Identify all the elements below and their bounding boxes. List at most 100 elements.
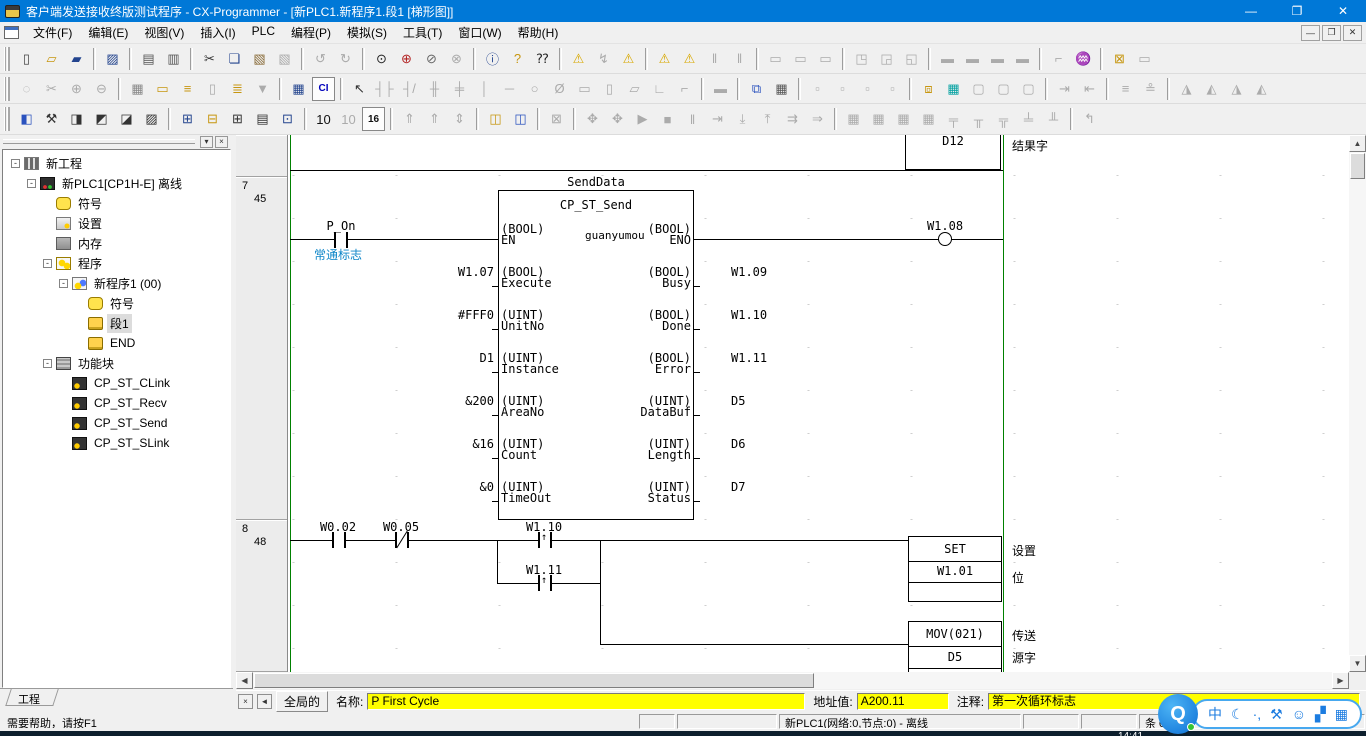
find-back-icon[interactable]: ⊗ (445, 47, 468, 71)
instruction-box3-icon[interactable]: ▱ (623, 77, 646, 101)
rung-comment-icon[interactable]: ▭ (151, 77, 174, 101)
memory-view2-icon[interactable]: ▦ (867, 107, 890, 131)
contact-no-icon[interactable]: ┤├ (373, 77, 396, 101)
vertical-line-icon[interactable]: │ (473, 77, 496, 101)
grid-toggle-icon[interactable]: ▦ (126, 77, 149, 101)
fb-param-row[interactable]: &16 (UINT) Count (UINT) Length D6 (288, 437, 1003, 480)
properties-icon[interactable]: ▨ (140, 107, 163, 131)
contact-nc-icon[interactable]: ┤/ (398, 77, 421, 101)
save-icon[interactable]: ▰ (65, 47, 88, 71)
menu-window[interactable]: 窗口(W) (450, 22, 509, 43)
line-delete-icon[interactable]: ∟ (648, 77, 671, 101)
monitor-box-icon[interactable]: ▯ (201, 77, 224, 101)
print-icon[interactable]: ▤ (137, 47, 160, 71)
pause2-icon[interactable]: ‖ (728, 47, 751, 71)
fb-input-operand[interactable]: &0 (408, 480, 494, 494)
step-in-icon[interactable]: ⤓ (731, 107, 754, 131)
paste-icon[interactable]: ▧ (248, 47, 271, 71)
chart2-icon[interactable]: ╥ (967, 107, 990, 131)
info-icon[interactable]: ⓘ (481, 47, 504, 71)
rung-list-icon[interactable]: ≡ (1114, 77, 1137, 101)
tree-item-cp-st-recv[interactable]: CP_ST_Recv (3, 393, 230, 413)
force-status-icon[interactable]: ↯ (592, 47, 615, 71)
warning-list-icon[interactable]: ⚠ (567, 47, 590, 71)
context-help-icon[interactable]: ⁇ (531, 47, 554, 71)
rung-summary-icon[interactable]: ≗ (1139, 77, 1162, 101)
ime-apps-button[interactable]: ▦ (1335, 706, 1348, 723)
menu-tools[interactable]: 工具(T) (395, 22, 450, 43)
menu-file[interactable]: 文件(F) (25, 22, 80, 43)
copy-icon[interactable]: ❏ (223, 47, 246, 71)
fb-input-operand[interactable]: D1 (408, 351, 494, 365)
address-ref-icon[interactable]: ◲ (875, 47, 898, 71)
horizontal-scrollbar[interactable]: ◀ ▶ (236, 672, 1349, 689)
outdent-icon[interactable]: ⇤ (1078, 77, 1101, 101)
diff-monitor4-icon[interactable]: ◭ (1250, 77, 1273, 101)
vertical-scroll-thumb[interactable] (1350, 153, 1365, 179)
tree-item-memory[interactable]: 内存 (3, 233, 230, 253)
ladder-canvas[interactable]: D12 结果字 P_On 常通标志 SendData CP_ST_Send gu… (288, 135, 1349, 672)
tree-expander[interactable]: - (43, 359, 52, 368)
ime-moon-button[interactable]: ☾ (1231, 706, 1244, 723)
memory-view3-icon[interactable]: ▦ (892, 107, 915, 131)
fb-output-operand[interactable]: D7 (731, 480, 745, 494)
transfer-program-icon[interactable]: ⊠ (545, 107, 568, 131)
mdi-child-icon[interactable] (4, 26, 19, 39)
fb-input-operand[interactable]: &16 (408, 437, 494, 451)
fb-calendar-icon[interactable]: ▦ (770, 77, 793, 101)
tree-item-new-project[interactable]: - 新工程 (3, 153, 230, 173)
contact-w0-05[interactable] (407, 532, 409, 548)
mov-instruction-box[interactable]: MOV(021) D5 (908, 621, 1002, 672)
rung-wrap-icon[interactable]: ≣ (226, 77, 249, 101)
cross-ref-icon[interactable]: ◳ (850, 47, 873, 71)
window-tile-v-icon[interactable]: ▬ (986, 47, 1009, 71)
contact-w1-11[interactable] (538, 575, 540, 591)
protect-lock-icon[interactable]: ⊠ (1108, 47, 1131, 71)
find-icon[interactable]: ⊙ (370, 47, 393, 71)
window-cascade-icon[interactable]: ▬ (936, 47, 959, 71)
fb-input-operand[interactable]: W1.07 (408, 265, 494, 279)
undo-icon[interactable]: ↺ (309, 47, 332, 71)
tree-item-end[interactable]: END (3, 333, 230, 353)
instruction-box2-icon[interactable]: ▯ (598, 77, 621, 101)
rung8-margin-block[interactable]: 8 48 (236, 520, 287, 672)
continue-icon[interactable]: ⇒ (806, 107, 829, 131)
tree-item-program1-symbols[interactable]: 符号 (3, 293, 230, 313)
menu-help[interactable]: 帮助(H) (510, 22, 567, 43)
watch-clear-icon[interactable]: ▭ (814, 47, 837, 71)
instruction-box-icon[interactable]: ▭ (573, 77, 596, 101)
redo-icon[interactable]: ↻ (334, 47, 357, 71)
fb-edit2-icon[interactable]: ▢ (992, 77, 1015, 101)
print-preview-icon[interactable]: ▥ (162, 47, 185, 71)
rung-margin-block[interactable] (236, 135, 287, 177)
tree-expander[interactable]: - (59, 279, 68, 288)
rung-collapse-icon[interactable]: ▼ (251, 77, 274, 101)
toolbar-grip[interactable] (4, 77, 10, 101)
chart3-icon[interactable]: ╦ (992, 107, 1015, 131)
work-online-icon[interactable]: ◫ (484, 107, 507, 131)
fb-output-operand[interactable]: W1.10 (731, 308, 767, 322)
scroll-right-button[interactable]: ▶ (1332, 672, 1349, 689)
fb-input-operand[interactable]: &200 (408, 394, 494, 408)
tree-item-settings[interactable]: 设置 (3, 213, 230, 233)
menu-view[interactable]: 视图(V) (136, 22, 192, 43)
zoom-out-icon[interactable]: ⊖ (90, 77, 113, 101)
replace-icon[interactable]: ⊕ (395, 47, 418, 71)
fb-param-row[interactable]: D1 (UINT) Instance (BOOL) Error W1.11 (288, 351, 1003, 394)
ime-lang-button[interactable]: 中 (1208, 704, 1222, 724)
set-value2-icon[interactable]: ⇑ (423, 107, 446, 131)
paste-special-icon[interactable]: ▧ (273, 47, 296, 71)
find-next-icon[interactable]: ⊘ (420, 47, 443, 71)
return-icon[interactable]: ↰ (1078, 107, 1101, 131)
set-value3-icon[interactable]: ⇕ (448, 107, 471, 131)
scroll-down-button[interactable]: ▼ (1349, 655, 1366, 672)
restore-button[interactable]: ❐ (1274, 0, 1320, 22)
vertical-scrollbar[interactable]: ▲ ▼ (1349, 135, 1366, 672)
online-edit-icon[interactable]: ⊞ (226, 107, 249, 131)
scroll-left-button[interactable]: ◀ (236, 672, 253, 689)
select-tool-icon[interactable]: ↖ (348, 77, 371, 101)
fb-input-operand[interactable]: #FFF0 (408, 308, 494, 322)
signed-decimal-view-icon[interactable]: 10 (337, 107, 360, 131)
rung6-operand-box[interactable]: D12 (905, 135, 1001, 170)
hex-view-icon[interactable]: 16 (362, 107, 385, 131)
